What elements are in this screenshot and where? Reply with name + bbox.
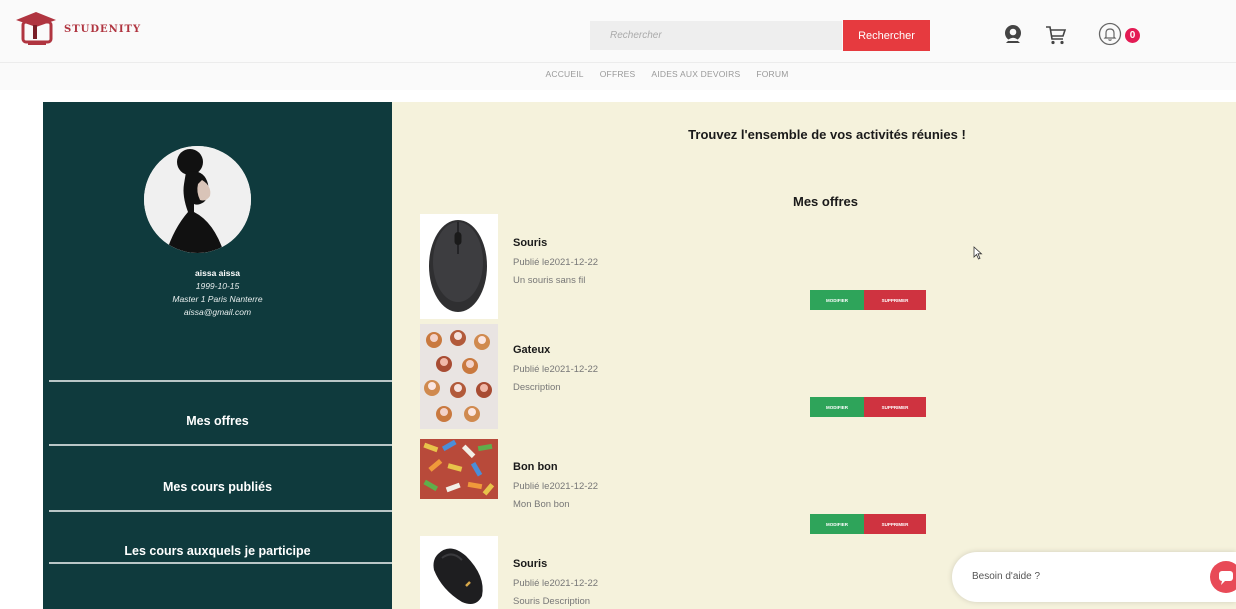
logo-text: STUDENITY: [64, 23, 142, 35]
logo[interactable]: STUDENITY: [14, 12, 141, 46]
search-input[interactable]: [590, 21, 842, 50]
bell-icon[interactable]: [1098, 22, 1122, 46]
modify-button[interactable]: MODIFIER: [810, 397, 864, 417]
profile-school: Master 1 Paris Nanterre: [172, 294, 263, 304]
user-icon[interactable]: [1002, 24, 1024, 46]
profile-email: aissa@gmail.com: [183, 307, 252, 317]
cupcakes-icon: [420, 324, 498, 429]
offer-description: Un souris sans fil: [513, 275, 586, 286]
candies-icon: [420, 439, 498, 499]
help-chat-label: Besoin d'aide ?: [972, 571, 1041, 582]
sidebar-item-mes-offres[interactable]: Mes offres: [43, 414, 392, 428]
divider: [49, 444, 392, 446]
offer-date: Publié le2021-12-22: [513, 364, 599, 375]
offer-date: Publié le2021-12-22: [513, 257, 599, 268]
profile-name: aissa aissa: [195, 268, 240, 278]
offers-section-title: Mes offres: [792, 194, 859, 209]
delete-button[interactable]: SUPPRIMER: [864, 514, 926, 534]
main-nav: ACCUEIL OFFRES AIDES AUX DEVOIRS FORUM: [0, 62, 1236, 90]
profile-photo: [144, 146, 251, 253]
divider: [49, 380, 392, 382]
graduation-cap-logo-icon: [16, 12, 56, 45]
avatar: [144, 146, 251, 253]
chat-icon: [1219, 571, 1233, 585]
nav-item-accueil[interactable]: ACCUEIL: [545, 63, 583, 90]
delete-button[interactable]: SUPPRIMER: [864, 290, 926, 310]
nav-item-forum[interactable]: FORUM: [756, 63, 788, 90]
search-button[interactable]: Rechercher: [843, 20, 930, 51]
chat-button[interactable]: [1210, 561, 1236, 593]
offer-description: Mon Bon bon: [513, 499, 570, 510]
offer-name: Souris: [513, 237, 548, 249]
mouse-cursor-icon: [973, 246, 983, 260]
profile-info: aissa aissa 1999-10-15 Master 1 Paris Na…: [43, 266, 392, 319]
cart-icon[interactable]: [1045, 24, 1067, 46]
main-content: Trouvez l'ensemble de vos activités réun…: [392, 102, 1236, 609]
offer-name: Souris: [513, 558, 548, 570]
top-bar: STUDENITY Rechercher 0: [0, 0, 1236, 62]
mouse-icon: [420, 214, 498, 319]
offer-name: Bon bon: [513, 461, 558, 473]
profile-birthdate: 1999-10-15: [195, 281, 240, 291]
gaming-mouse-icon: [420, 536, 498, 609]
nav-item-aides-aux-devoirs[interactable]: AIDES AUX DEVOIRS: [651, 63, 740, 90]
offer-name: Gateux: [513, 344, 551, 356]
modify-button[interactable]: MODIFIER: [810, 514, 864, 534]
offer-description: Souris Description: [513, 596, 591, 607]
nav-item-offres[interactable]: OFFRES: [600, 63, 636, 90]
page-title: Trouvez l'ensemble de vos activités réun…: [688, 127, 966, 142]
divider: [49, 510, 392, 512]
notification-badge: 0: [1125, 28, 1140, 43]
modify-button[interactable]: MODIFIER: [810, 290, 864, 310]
offer-date: Publié le2021-12-22: [513, 481, 599, 492]
sidebar-item-mes-cours-publies[interactable]: Mes cours publiés: [43, 480, 392, 494]
sidebar-item-cours-participe[interactable]: Les cours auxquels je participe: [43, 544, 392, 558]
profile-sidebar: aissa aissa 1999-10-15 Master 1 Paris Na…: [43, 102, 392, 609]
divider: [49, 562, 392, 564]
delete-button[interactable]: SUPPRIMER: [864, 397, 926, 417]
offer-date: Publié le2021-12-22: [513, 578, 599, 589]
help-chat-widget[interactable]: Besoin d'aide ?: [952, 552, 1236, 602]
offer-description: Description: [513, 382, 561, 393]
